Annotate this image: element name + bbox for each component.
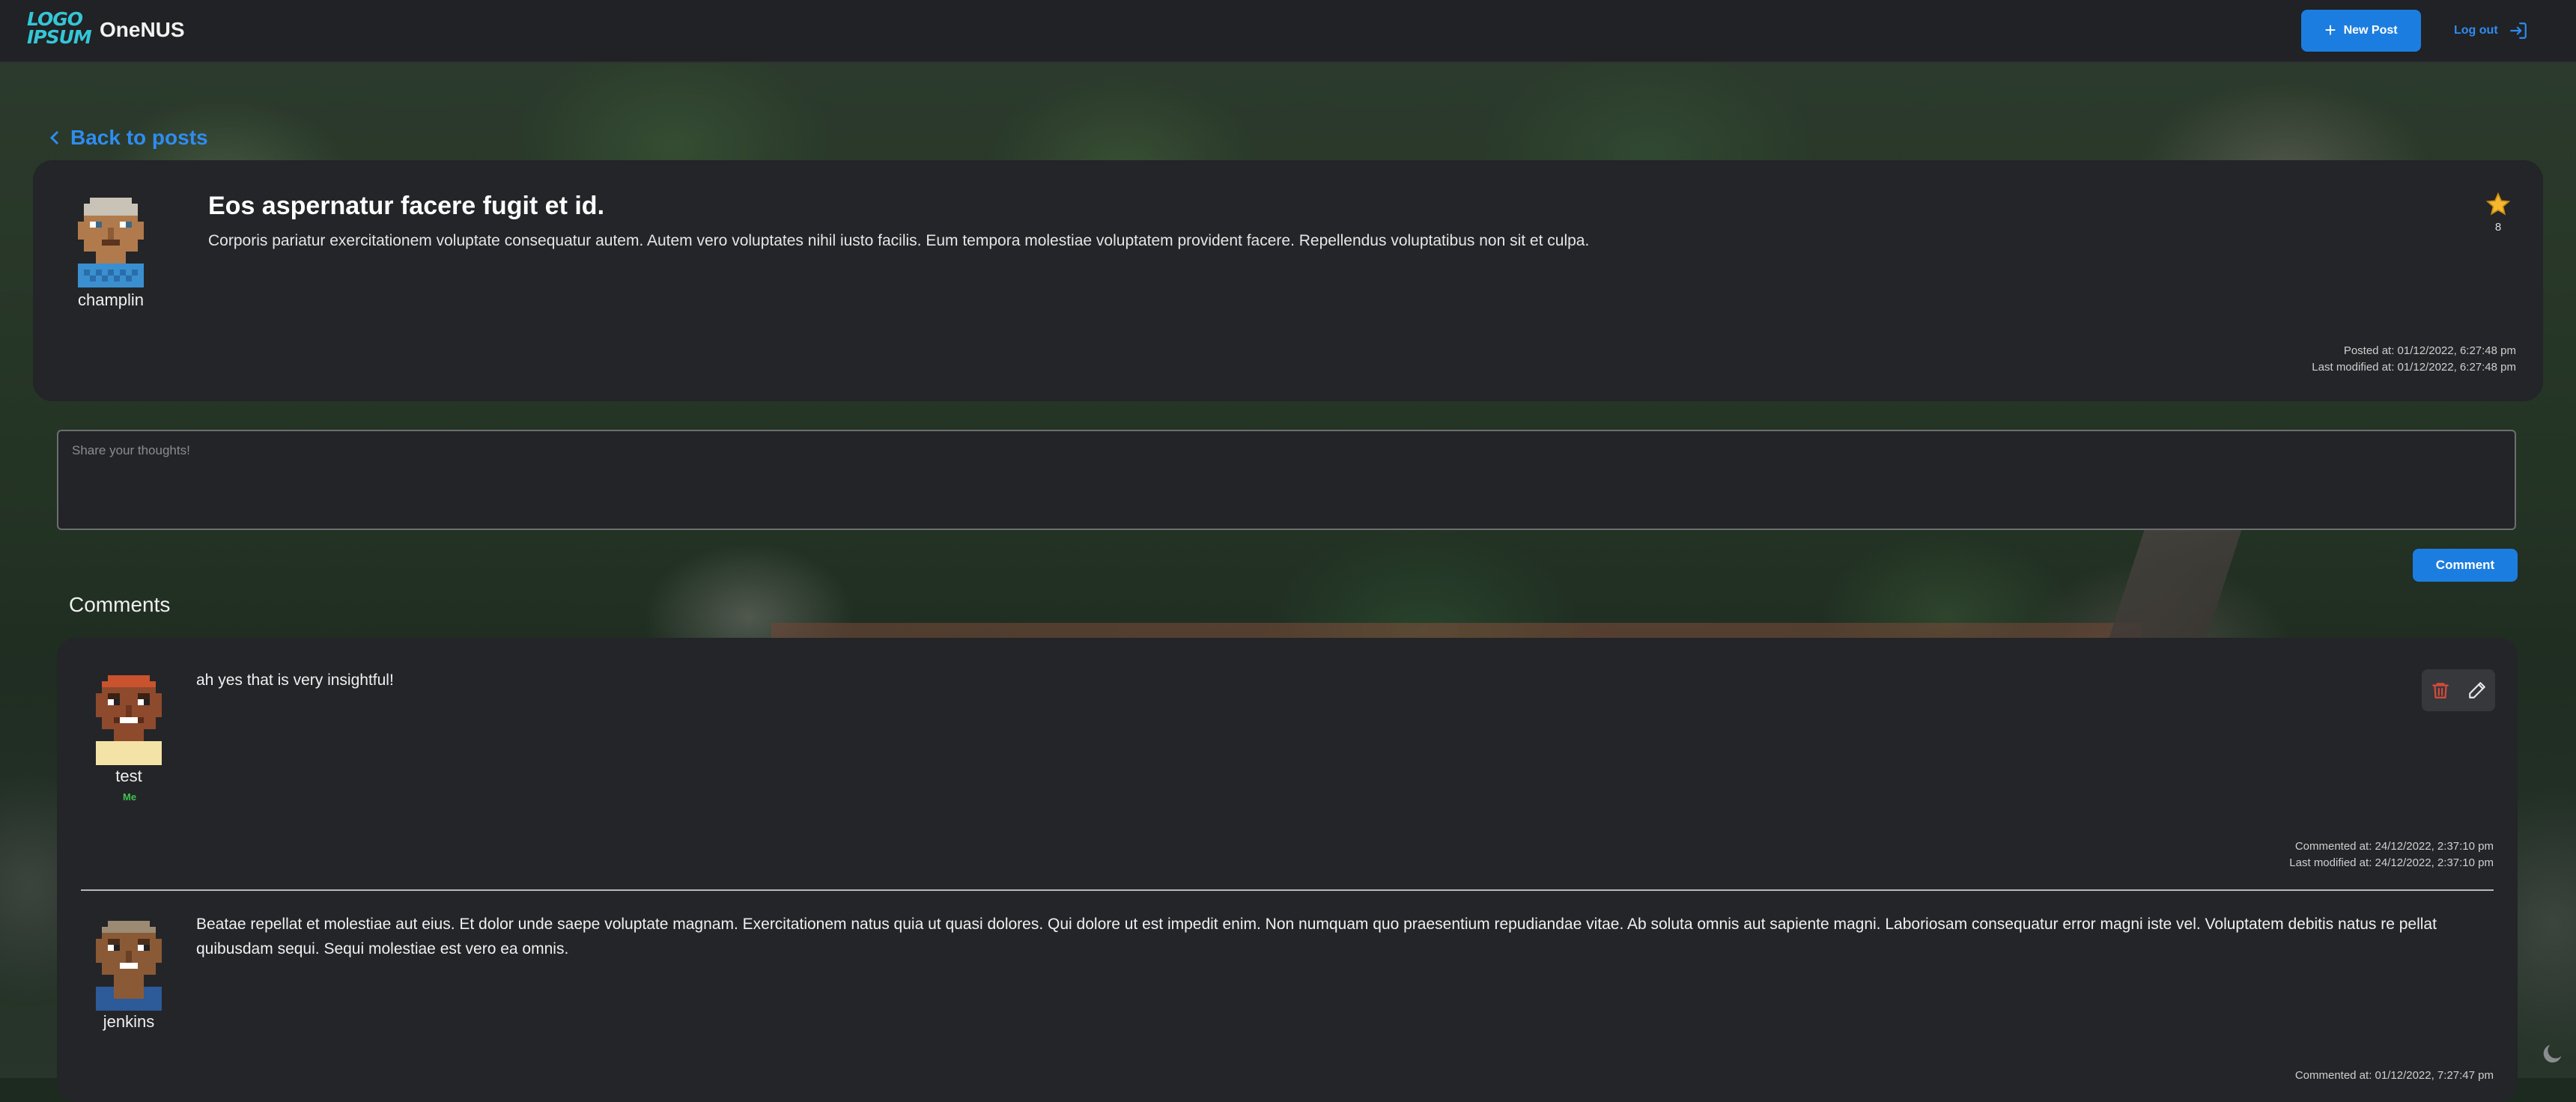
pencil-icon[interactable]: [2467, 680, 2487, 701]
me-badge: Me: [123, 791, 137, 803]
commenter-avatar[interactable]: [90, 675, 168, 765]
chevron-left-icon: [49, 130, 59, 145]
author-avatar[interactable]: [72, 198, 150, 287]
logout-button[interactable]: Log out: [2454, 19, 2528, 42]
commented-at: Commented at: 01/12/2022, 7:27:47 pm: [2294, 1069, 2494, 1082]
post-last-modified: Last modified at: 01/12/2022, 6:27:48 pm: [2312, 361, 2516, 374]
commenter-username[interactable]: test: [90, 767, 168, 786]
logo[interactable]: LOGO IPSUM: [27, 10, 92, 49]
plus-icon: +: [2324, 18, 2336, 41]
background-path: [771, 623, 2142, 638]
comment-button[interactable]: Comment: [2413, 549, 2518, 582]
comment-timestamps: Commented at: 01/12/2022, 7:27:47 pm: [2295, 1068, 2494, 1084]
comment-text: Beatae repellat et molestiae aut eius. E…: [196, 916, 2437, 958]
comments-heading: Comments: [69, 593, 171, 616]
author-username[interactable]: champlin: [72, 290, 150, 310]
commented-at: Commented at: 24/12/2022, 2:37:10 pm: [2294, 840, 2494, 853]
new-post-button[interactable]: + New Post: [2301, 10, 2421, 52]
moon-icon[interactable]: [2540, 1041, 2566, 1066]
back-to-posts-link[interactable]: Back to posts: [49, 126, 208, 150]
star-count: 8: [2494, 221, 2502, 234]
comment-input[interactable]: Share your thoughts!: [57, 430, 2516, 530]
comment-timestamps: Commented at: 24/12/2022, 2:37:10 pm Las…: [2289, 838, 2494, 871]
star-rating[interactable]: 8: [2482, 192, 2515, 234]
comment-actions: [2422, 669, 2495, 711]
comments-list: test Me ah yes that is very insightful! …: [57, 638, 2518, 1102]
commenter-username[interactable]: jenkins: [90, 1012, 168, 1032]
comment-text: ah yes that is very insightful!: [196, 672, 394, 689]
post-body: Corporis pariatur exercitationem volupta…: [208, 232, 1590, 249]
post-timestamps: Posted at: 01/12/2022, 6:27:48 pm Last m…: [2312, 343, 2516, 376]
comment-divider: [81, 889, 2494, 891]
star-icon[interactable]: [2485, 192, 2511, 217]
comment-last-modified: Last modified at: 24/12/2022, 2:37:10 pm: [2289, 856, 2494, 869]
app-title[interactable]: OneNUS: [100, 18, 185, 42]
top-navbar: LOGO IPSUM OneNUS + New Post Log out: [0, 0, 2576, 63]
new-post-label: New Post: [2343, 24, 2398, 37]
post-card: champlin Eos aspernatur facere fugit et …: [33, 160, 2543, 401]
back-to-posts-label: Back to posts: [70, 126, 208, 149]
post-title: Eos aspernatur facere fugit et id.: [208, 192, 605, 220]
logout-label: Log out: [2454, 24, 2498, 37]
commenter-avatar[interactable]: [90, 921, 168, 1011]
logout-icon: [2509, 22, 2527, 39]
comment-placeholder: Share your thoughts!: [72, 443, 190, 457]
trash-icon[interactable]: [2431, 680, 2450, 701]
posted-at: Posted at: 01/12/2022, 6:27:48 pm: [2343, 344, 2516, 357]
logo-line-2: IPSUM: [27, 26, 92, 48]
